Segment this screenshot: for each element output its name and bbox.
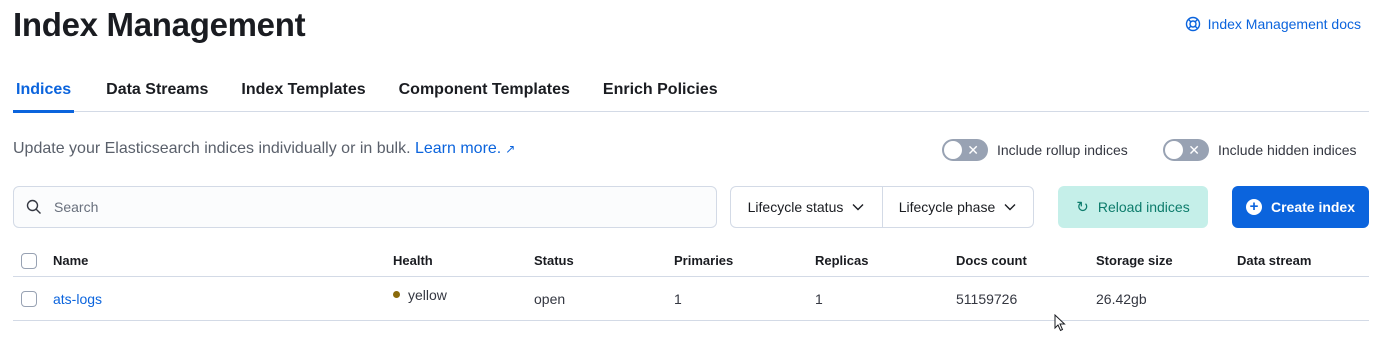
- plus-circle-icon: +: [1245, 199, 1262, 215]
- tab-bar: Indices Data Streams Index Templates Com…: [13, 72, 1369, 113]
- tab-data-streams[interactable]: Data Streams: [106, 72, 208, 112]
- health-dot-icon: [393, 291, 400, 298]
- chevron-down-icon: [1004, 204, 1016, 211]
- rollup-indices-switch[interactable]: ✕: [942, 139, 988, 161]
- column-header-replicas[interactable]: Replicas: [815, 253, 868, 268]
- learn-more-link[interactable]: Learn more.: [415, 140, 501, 157]
- chevron-down-icon: [852, 204, 864, 211]
- storage-size-cell: 26.42gb: [1096, 290, 1147, 307]
- lifecycle-status-label: Lifecycle status: [747, 199, 844, 215]
- column-header-status[interactable]: Status: [534, 253, 574, 268]
- table-row: ats-logs yellow open 1 1 51159726 26.42g…: [13, 277, 1369, 321]
- cross-icon: ✕: [1188, 142, 1200, 158]
- tab-enrich-policies[interactable]: Enrich Policies: [603, 72, 718, 112]
- docs-link-label: Index Management docs: [1207, 16, 1361, 32]
- switch-knob: [943, 140, 963, 160]
- table-header: Name Health Status Primaries Replicas Do…: [13, 245, 1369, 277]
- hidden-toggle-label: Include hidden indices: [1218, 142, 1357, 158]
- column-header-name[interactable]: Name: [53, 253, 88, 268]
- row-checkbox[interactable]: [21, 290, 37, 307]
- create-label: Create index: [1270, 199, 1356, 215]
- column-header-storage-size[interactable]: Storage size: [1096, 253, 1173, 268]
- indices-table: Name Health Status Primaries Replicas Do…: [13, 245, 1369, 321]
- replicas-cell: 1: [815, 290, 823, 307]
- help-lifebuoy-icon: [1185, 16, 1200, 32]
- switch-knob: [1164, 140, 1184, 160]
- select-all-checkbox[interactable]: [21, 252, 37, 269]
- rollup-toggle-group: ✕ Include rollup indices: [942, 139, 1128, 161]
- tab-indices[interactable]: Indices: [13, 72, 75, 113]
- docs-count-cell: 51159726: [956, 290, 1018, 307]
- search-box[interactable]: [13, 186, 717, 228]
- lifecycle-status-filter[interactable]: Lifecycle status: [731, 187, 883, 227]
- rollup-toggle-label: Include rollup indices: [997, 142, 1128, 158]
- column-header-data-stream[interactable]: Data stream: [1237, 253, 1311, 268]
- page-description: Update your Elasticsearch indices indivi…: [13, 140, 515, 158]
- reload-indices-button[interactable]: ↻ Reload indices: [1058, 186, 1208, 228]
- lifecycle-phase-filter[interactable]: Lifecycle phase: [883, 187, 1033, 227]
- health-cell: yellow: [393, 287, 447, 303]
- status-cell: open: [534, 290, 566, 307]
- index-name-link[interactable]: ats-logs: [53, 291, 102, 307]
- column-header-primaries[interactable]: Primaries: [674, 253, 733, 268]
- docs-link[interactable]: Index Management docs: [1185, 16, 1361, 32]
- cross-icon: ✕: [967, 142, 979, 158]
- page-title: Index Management: [13, 6, 306, 43]
- primaries-cell: 1: [674, 290, 682, 307]
- external-link-icon: ↗: [505, 142, 516, 156]
- search-input[interactable]: [54, 199, 654, 215]
- tab-index-templates[interactable]: Index Templates: [241, 72, 365, 112]
- column-header-docs-count[interactable]: Docs count: [956, 253, 1027, 268]
- health-value: yellow: [408, 287, 447, 303]
- lifecycle-phase-label: Lifecycle phase: [898, 199, 996, 215]
- create-index-button[interactable]: + Create index: [1232, 186, 1369, 228]
- mouse-pointer-icon: [1054, 314, 1066, 332]
- hidden-toggle-group: ✕ Include hidden indices: [1163, 139, 1357, 161]
- tab-component-templates[interactable]: Component Templates: [399, 72, 570, 112]
- refresh-icon: ↻: [1076, 199, 1089, 216]
- description-text: Update your Elasticsearch indices indivi…: [13, 140, 411, 157]
- search-icon: [26, 199, 41, 214]
- reload-label: Reload indices: [1097, 199, 1190, 215]
- hidden-indices-switch[interactable]: ✕: [1163, 139, 1209, 161]
- filter-group: Lifecycle status Lifecycle phase: [730, 186, 1034, 228]
- column-header-health[interactable]: Health: [393, 253, 433, 268]
